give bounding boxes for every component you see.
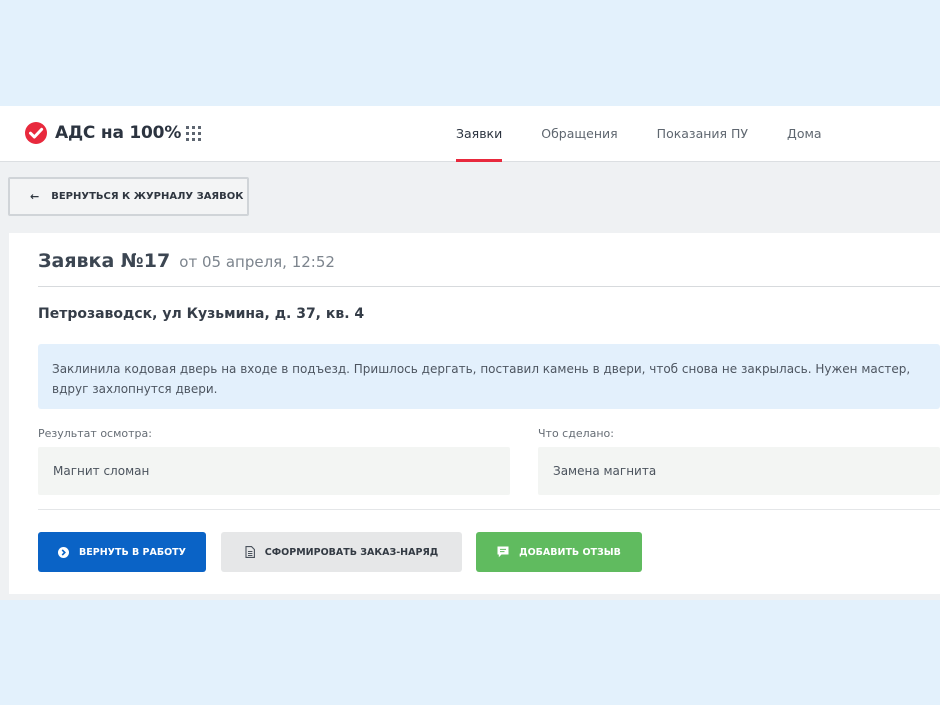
inspection-result-label: Результат осмотра: — [38, 427, 152, 440]
back-to-journal-button[interactable]: ← ВЕРНУТЬСЯ К ЖУРНАЛУ ЗАЯВОК — [8, 177, 249, 216]
request-date: от 05 апреля, 12:52 — [179, 253, 335, 271]
title-divider — [38, 286, 940, 287]
arrow-left-icon: ← — [30, 190, 40, 203]
work-done-label: Что сделано: — [538, 427, 614, 440]
header: АДС на 100% Заявки Обращения Показания П… — [0, 106, 940, 162]
tab-requests[interactable]: Заявки — [456, 106, 503, 162]
add-review-label: ДОБАВИТЬ ОТЗЫВ — [519, 546, 621, 558]
request-number: Заявка №17 — [38, 250, 171, 272]
app-title: АДС на 100% — [55, 123, 182, 143]
actions-divider — [38, 509, 940, 510]
request-card: Заявка №17 от 05 апреля, 12:52 Петрозаво… — [9, 233, 940, 594]
tab-appeals[interactable]: Обращения — [541, 106, 617, 162]
return-to-work-label: ВЕРНУТЬ В РАБОТУ — [79, 546, 186, 558]
document-icon — [245, 546, 255, 558]
logo[interactable]: АДС на 100% — [25, 122, 181, 144]
main-nav: Заявки Обращения Показания ПУ Дома — [456, 106, 861, 162]
apps-grid-icon[interactable] — [186, 126, 201, 141]
create-work-order-button[interactable]: СФОРМИРОВАТЬ ЗАКАЗ-НАРЯД — [221, 532, 462, 572]
request-title: Заявка №17 от 05 апреля, 12:52 — [38, 250, 335, 272]
return-to-work-button[interactable]: ВЕРНУТЬ В РАБОТУ — [38, 532, 206, 572]
arrow-circle-right-icon — [58, 546, 69, 558]
comment-icon — [497, 546, 509, 558]
work-done-field: Замена магнита — [538, 447, 940, 495]
app: АДС на 100% Заявки Обращения Показания П… — [0, 106, 940, 600]
request-address: Петрозаводск, ул Кузьмина, д. 37, кв. 4 — [38, 306, 365, 322]
add-review-button[interactable]: ДОБАВИТЬ ОТЗЫВ — [476, 532, 642, 572]
back-button-label: ВЕРНУТЬСЯ К ЖУРНАЛУ ЗАЯВОК — [51, 191, 244, 202]
check-circle-icon — [25, 122, 47, 144]
tab-houses[interactable]: Дома — [787, 106, 822, 162]
inspection-result-field: Магнит сломан — [38, 447, 510, 495]
create-work-order-label: СФОРМИРОВАТЬ ЗАКАЗ-НАРЯД — [264, 546, 439, 558]
tab-meter-readings[interactable]: Показания ПУ — [657, 106, 748, 162]
request-description: Заклинила кодовая дверь на входе в подъе… — [38, 344, 940, 409]
